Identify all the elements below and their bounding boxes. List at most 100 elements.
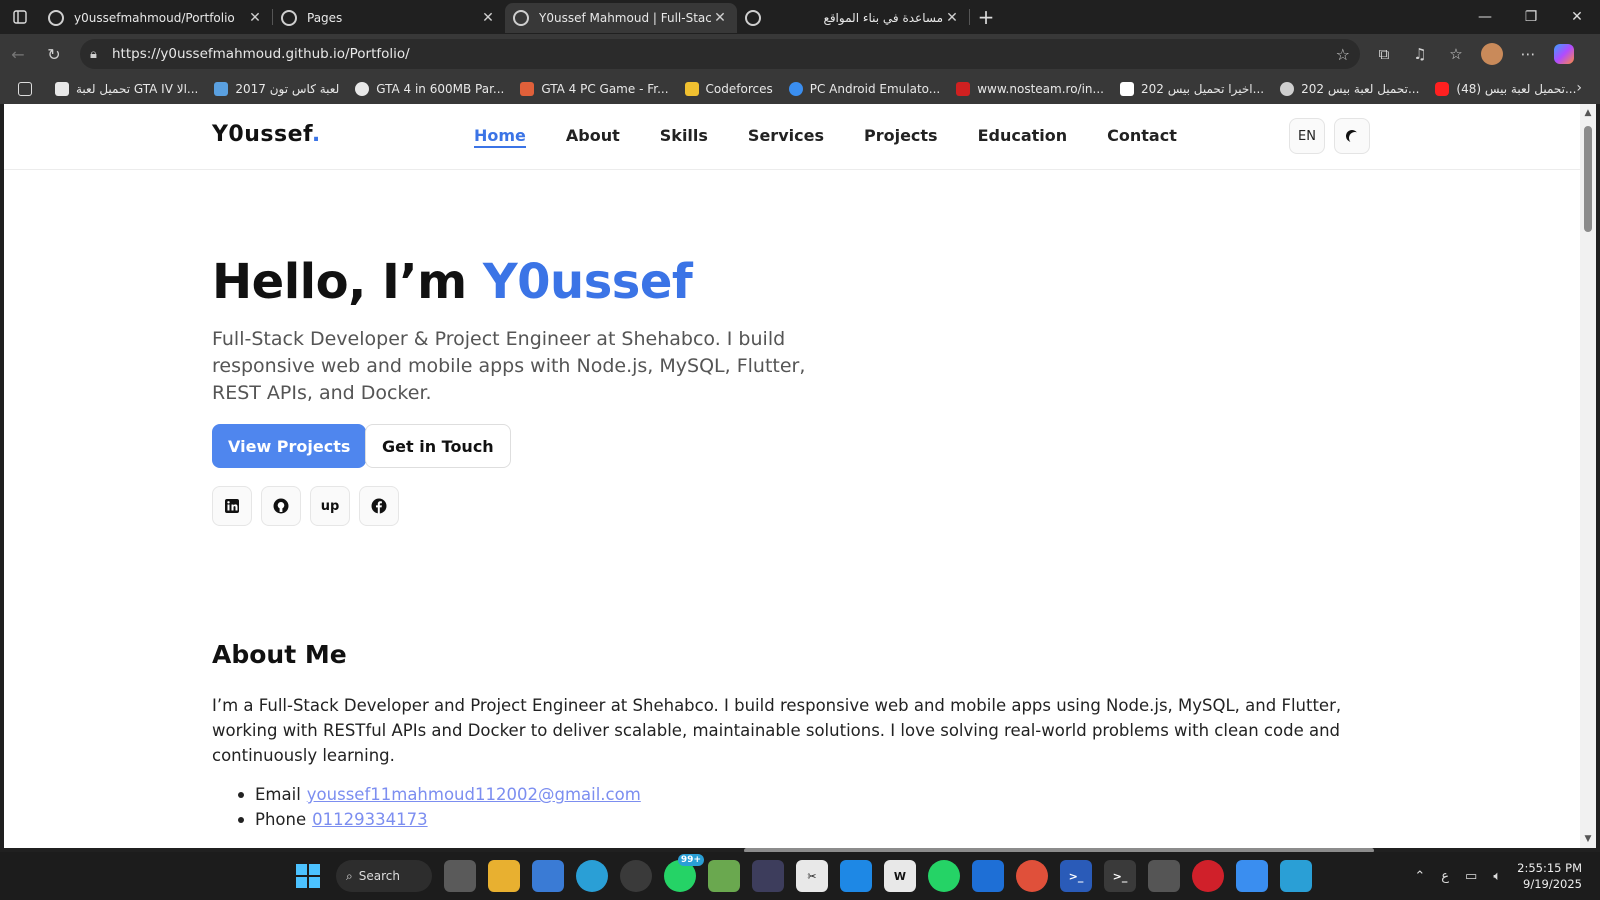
nav-home[interactable]: Home (474, 126, 526, 148)
bookmark-item[interactable]: www.nosteam.ro/in... (948, 82, 1112, 96)
refresh-icon[interactable]: ↻ (36, 36, 72, 72)
terminal-icon[interactable]: >_ (1104, 860, 1136, 892)
clock[interactable]: 2:55:15 PM 9/19/2025 (1517, 860, 1582, 892)
opera-icon[interactable] (1192, 860, 1224, 892)
tab-title: y0ussefmahmoud/Portfolio (74, 11, 235, 25)
windows-start-icon[interactable] (292, 860, 324, 892)
whatsapp-icon[interactable]: 99+ (664, 854, 704, 892)
favorites-icon[interactable]: ☆ (1438, 38, 1474, 70)
window-controls: — ❐ ✕ (1462, 0, 1600, 34)
chrome-icon[interactable] (1016, 860, 1048, 892)
taskbar-search[interactable]: ⌕ Search (336, 860, 432, 892)
nav-skills[interactable]: Skills (660, 126, 708, 148)
taskbar-icons: ⌕ Search 99+ ✂ W >_ >_ (292, 854, 1324, 892)
app-icon[interactable] (1280, 860, 1312, 892)
app-icon[interactable] (620, 860, 652, 892)
bookmark-item[interactable]: Codeforces (677, 82, 781, 96)
bookmark-item[interactable]: (48) تحميل لعبة بيس... (1427, 82, 1584, 96)
address-bar[interactable]: 🔒︎ https://y0ussefmahmoud.github.io/Port… (80, 39, 1360, 69)
favorite-star-icon[interactable]: ☆ (1336, 45, 1350, 64)
language-toggle-button[interactable]: EN (1289, 118, 1325, 154)
github-icon[interactable] (261, 486, 301, 526)
app-icon[interactable] (752, 860, 784, 892)
browser-toolbar: ← ↻ 🔒︎ https://y0ussefmahmoud.github.io/… (0, 34, 1600, 74)
nav-projects[interactable]: Projects (864, 126, 938, 148)
bookmark-item[interactable]: لعبة كاس تون 2017 (206, 82, 347, 96)
profile-avatar[interactable] (1474, 38, 1510, 70)
volume-icon[interactable]: 🔈︎ (1493, 869, 1501, 884)
capcut-icon[interactable]: ✂ (796, 860, 828, 892)
nav-about[interactable]: About (566, 126, 620, 148)
nav-contact[interactable]: Contact (1107, 126, 1177, 148)
bookmark-item[interactable]: تحميل لعبة بيس 202... (1272, 82, 1427, 96)
bookmark-item[interactable]: تحميل لعبة GTA IV الا... (47, 82, 206, 96)
get-in-touch-button[interactable]: Get in Touch (365, 424, 511, 468)
app-icon[interactable] (708, 860, 740, 892)
minimize-icon[interactable]: — (1462, 0, 1508, 34)
scrollbar-thumb[interactable] (1584, 126, 1592, 232)
task-view-icon[interactable] (444, 860, 476, 892)
notepad-icon[interactable] (1236, 860, 1268, 892)
clock-date: 9/19/2025 (1523, 877, 1582, 891)
nav-education[interactable]: Education (978, 126, 1068, 148)
tab-actions-icon[interactable] (0, 0, 40, 34)
powershell-icon[interactable]: >_ (1060, 860, 1092, 892)
file-explorer-icon[interactable] (488, 860, 520, 892)
close-icon[interactable]: ✕ (943, 10, 961, 26)
scroll-up-icon[interactable]: ▲ (1580, 108, 1596, 118)
chevron-up-icon[interactable]: ⌃ (1414, 869, 1425, 884)
close-icon[interactable]: ✕ (479, 10, 497, 26)
upwork-icon[interactable]: up (310, 486, 350, 526)
bookmark-item[interactable]: GTA 4 PC Game - Fr... (512, 82, 676, 96)
site-logo[interactable]: Y0ussef. (212, 122, 321, 147)
scroll-down-icon[interactable]: ▼ (1580, 834, 1596, 844)
vertical-scrollbar[interactable]: ▲ ▼ (1580, 104, 1596, 848)
bookmark-label: GTA 4 in 600MB Par... (376, 82, 505, 96)
chevron-right-icon[interactable]: › (1576, 80, 1582, 96)
bookmarks-menu-icon[interactable] (10, 82, 47, 96)
email-link[interactable]: youssef11mahmoud112002@gmail.com (307, 782, 641, 807)
webstorm-icon[interactable]: W (884, 860, 916, 892)
back-arrow-icon[interactable]: ← (0, 36, 36, 72)
bookmark-label: لعبة كاس تون 2017 (235, 82, 340, 96)
extensions-icon[interactable]: ⧉ (1366, 38, 1402, 70)
hero-name: Y0ussef (482, 254, 693, 310)
theme-toggle-button[interactable] (1334, 118, 1370, 154)
whatsapp-icon[interactable] (928, 860, 960, 892)
restore-icon[interactable]: ❐ (1508, 0, 1554, 34)
bookmark-item[interactable]: GTA 4 in 600MB Par... (347, 82, 512, 96)
app-icon[interactable] (972, 860, 1004, 892)
close-icon[interactable]: ✕ (246, 10, 264, 26)
network-icon[interactable]: ▭ (1465, 869, 1477, 884)
read-aloud-icon[interactable]: ♫ (1402, 38, 1438, 70)
copilot-icon[interactable] (1546, 38, 1582, 70)
microsoft-store-icon[interactable] (532, 860, 564, 892)
linkedin-icon[interactable] (212, 486, 252, 526)
new-tab-button[interactable]: + (970, 5, 1002, 29)
nav-services[interactable]: Services (748, 126, 824, 148)
tab-pages[interactable]: Pages ✕ (273, 3, 505, 33)
phone-link[interactable]: 01129334173 (312, 807, 427, 832)
contact-email-item: Email youssef11mahmoud112002@gmail.com (212, 782, 641, 807)
bookmark-item[interactable]: PC Android Emulato... (781, 82, 948, 96)
tab-portfolio-repo[interactable]: y0ussefmahmoud/Portfolio ✕ (40, 3, 272, 33)
phone-label: Phone (255, 810, 307, 829)
view-projects-button[interactable]: View Projects (212, 424, 367, 468)
tab-chatgpt[interactable]: مساعدة في بناء المواقع ✕ (737, 3, 969, 33)
bookmark-item[interactable]: اخيرا تحميل بيس 202... (1112, 82, 1272, 96)
more-menu-icon[interactable]: ⋯ (1510, 38, 1546, 70)
bookmark-label: GTA 4 PC Game - Fr... (541, 82, 669, 96)
taskbar: ⌕ Search 99+ ✂ W >_ >_ ⌃ ع ▭ 🔈︎ 2:55:15 P… (0, 852, 1600, 900)
tab-portfolio-site[interactable]: Y0ussef Mahmoud | Full-Stack De ✕ (505, 3, 737, 33)
edge-browser-icon[interactable] (576, 860, 608, 892)
site-header: Y0ussef. Home About Skills Services Proj… (4, 104, 1580, 170)
app-icon[interactable] (1148, 860, 1180, 892)
keyboard-language[interactable]: ع (1441, 869, 1449, 884)
email-label: Email (255, 785, 301, 804)
close-window-icon[interactable]: ✕ (1554, 0, 1600, 34)
vscode-icon[interactable] (840, 860, 872, 892)
facebook-icon[interactable] (359, 486, 399, 526)
url-text[interactable]: https://y0ussefmahmoud.github.io/Portfol… (112, 46, 1336, 62)
lock-icon[interactable]: 🔒︎ (90, 47, 112, 62)
close-icon[interactable]: ✕ (711, 10, 729, 26)
